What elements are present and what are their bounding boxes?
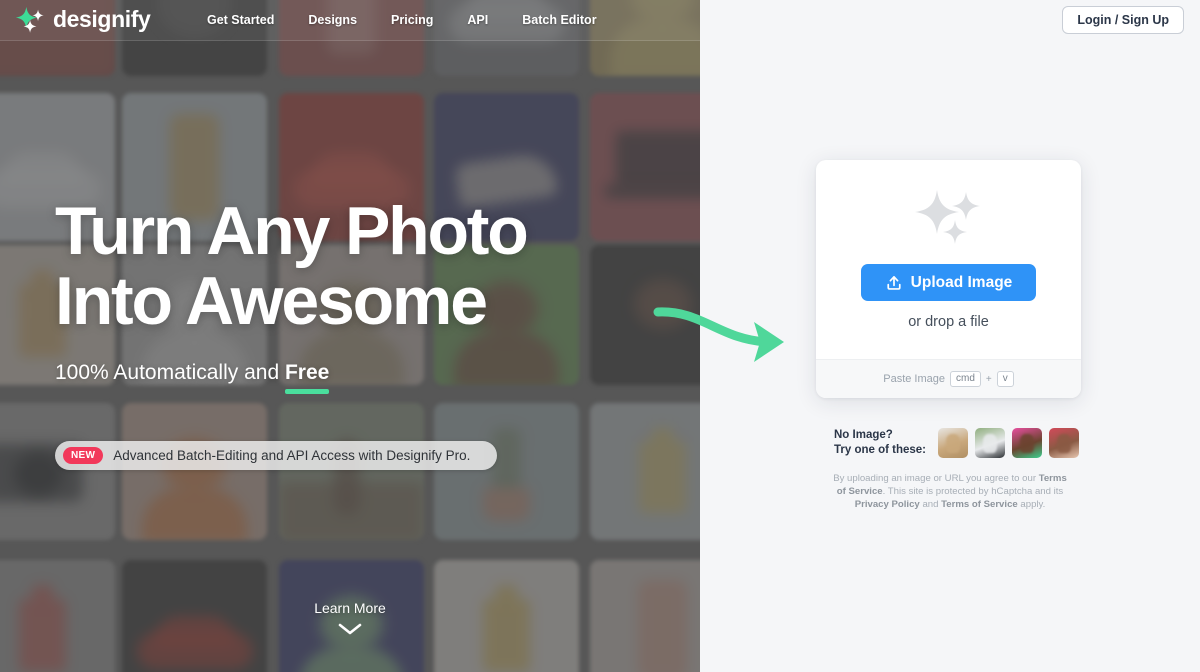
nav-item-batch-editor[interactable]: Batch Editor	[505, 0, 613, 40]
sample-images-label-line2: Try one of these:	[834, 444, 927, 456]
legal-text-2: . This site is protected by hCaptcha and…	[882, 486, 1064, 497]
logo-text: designify	[53, 6, 151, 32]
terms-of-service-link-2[interactable]: Terms of Service	[941, 499, 1018, 510]
nav-item-designs[interactable]: Designs	[291, 0, 374, 40]
chevron-down-icon	[338, 623, 362, 635]
upload-card[interactable]: Upload Image or drop a file Paste Image …	[816, 160, 1081, 398]
page-title: Turn Any Photo Into Awesome	[55, 196, 675, 336]
sample-images-label-line1: No Image?	[834, 429, 893, 441]
legal-disclaimer: By uploading an image or URL you agree t…	[830, 472, 1070, 511]
headline-line-1: Turn Any Photo	[55, 193, 529, 269]
paste-hint-bar: Paste Image cmd + v	[816, 359, 1081, 398]
nav-item-get-started[interactable]: Get Started	[190, 0, 291, 40]
main-navigation: Get Started Designs Pricing API Batch Editor	[190, 0, 614, 40]
legal-text-4: apply.	[1017, 499, 1046, 510]
sample-thumbnails	[938, 428, 1080, 458]
hero-section: Turn Any Photo Into Awesome 100% Automat…	[0, 0, 700, 672]
hero-copy: Turn Any Photo Into Awesome 100% Automat…	[55, 196, 675, 394]
sample-thumbnail-subject	[1019, 434, 1035, 453]
site-header: designify Get Started Designs Pricing API Ba…	[0, 0, 1200, 41]
sample-thumbnail-subject	[945, 434, 961, 453]
upload-icon	[887, 275, 901, 290]
upload-image-button-label: Upload Image	[910, 273, 1013, 291]
sample-thumbnail-subject	[982, 434, 998, 453]
page-root: Turn Any Photo Into Awesome 100% Automat…	[0, 0, 1200, 672]
subline-prefix: 100% Automatically and	[55, 361, 285, 384]
subline-underline	[284, 389, 330, 394]
sample-thumbnail-subject	[1056, 434, 1072, 453]
subline-highlight: Free	[284, 360, 330, 394]
sample-can[interactable]	[938, 428, 969, 458]
logo[interactable]: designify	[16, 4, 151, 34]
kbd-plus: +	[985, 373, 992, 385]
paste-image-label: Paste Image	[883, 373, 945, 385]
login-signup-button[interactable]: Login / Sign Up	[1062, 6, 1184, 34]
sample-images-label: No Image? Try one of these:	[834, 428, 926, 458]
sample-images-section: No Image? Try one of these:	[834, 428, 1080, 458]
nav-item-pricing[interactable]: Pricing	[374, 0, 450, 40]
subline-highlight-text: Free	[284, 361, 330, 384]
legal-text-1: By uploading an image or URL you agree t…	[833, 473, 1039, 484]
promo-banner-text: Advanced Batch-Editing and API Access wi…	[113, 448, 471, 463]
drop-file-hint: or drop a file	[908, 314, 989, 330]
sample-person-red[interactable]	[1049, 428, 1080, 458]
upload-panel: Upload Image or drop a file Paste Image …	[700, 0, 1200, 672]
legal-text-3: and	[919, 499, 942, 510]
kbd-cmd: cmd	[950, 371, 981, 387]
sparkle-icon	[16, 6, 44, 33]
nav-item-api[interactable]: API	[450, 0, 505, 40]
upload-image-button[interactable]: Upload Image	[861, 264, 1036, 301]
upload-card-body: Upload Image or drop a file	[816, 160, 1081, 360]
learn-more-button[interactable]: Learn More	[0, 600, 700, 636]
privacy-policy-link[interactable]: Privacy Policy	[855, 499, 920, 510]
kbd-v: v	[996, 371, 1014, 387]
status-badge: NEW	[63, 447, 104, 464]
hero-subtitle: 100% Automatically and Free	[55, 360, 675, 394]
sparkle-icon	[914, 190, 980, 244]
promo-banner[interactable]: NEW Advanced Batch-Editing and API Acces…	[55, 441, 497, 470]
sample-person-pink[interactable]	[1012, 428, 1043, 458]
headline-line-2: Into Awesome	[55, 263, 488, 339]
learn-more-label: Learn More	[314, 600, 386, 616]
sample-car[interactable]	[975, 428, 1006, 458]
